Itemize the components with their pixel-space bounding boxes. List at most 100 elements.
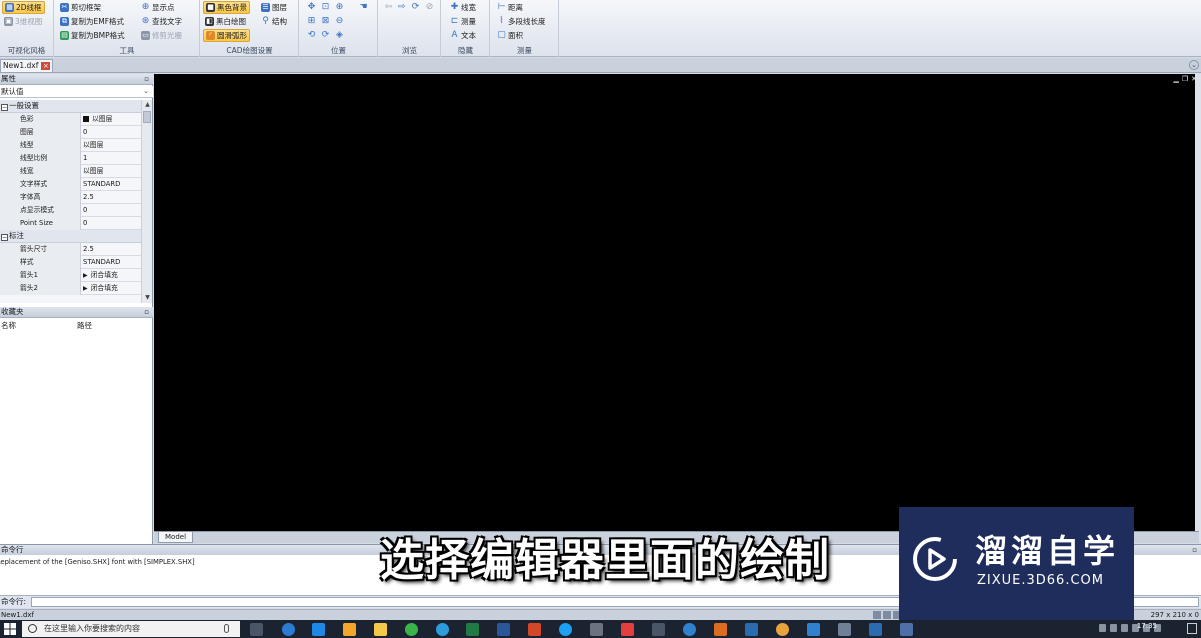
model-tab[interactable]: Model	[158, 532, 194, 543]
excel-icon[interactable]	[466, 623, 479, 636]
calculator-icon[interactable]	[590, 623, 603, 636]
orbit-icon[interactable]: ⟲	[306, 30, 317, 41]
copy-emf-button[interactable]: ⧉ 复制为EMF格式	[58, 15, 126, 28]
text-toggle-button[interactable]: A 文本	[448, 29, 478, 42]
close-icon[interactable]: ×	[41, 62, 51, 70]
edge-icon[interactable]	[312, 623, 325, 636]
drawing-canvas[interactable]: ▁ ❐ ✕	[154, 74, 1199, 531]
app-icon[interactable]	[559, 623, 572, 636]
trim-light-button[interactable]: ▭ 修剪光栅	[139, 29, 184, 42]
property-row[interactable]: 箭头1 ▶ 闭合填充	[0, 269, 141, 282]
pin-icon[interactable]: ▫	[144, 74, 149, 84]
app-icon[interactable]	[714, 623, 727, 636]
rotate-icon[interactable]: ⟳	[320, 30, 331, 41]
collapse-icon[interactable]: −	[1, 104, 8, 111]
word-icon[interactable]	[497, 623, 510, 636]
zoom-in-icon[interactable]: ⊕	[334, 2, 345, 13]
distance-button[interactable]: ⊢ 距离	[495, 1, 525, 14]
polyline-length-button[interactable]: ⌇ 多段线长度	[495, 15, 548, 28]
zoom-out-icon[interactable]: ⊖	[334, 16, 345, 27]
app-icon[interactable]	[621, 623, 634, 636]
document-tab[interactable]: New1.dxf ×	[0, 59, 54, 72]
app-icon[interactable]	[807, 623, 820, 636]
black-background-button[interactable]: ■ 黑色背景	[203, 1, 250, 14]
back-arrow-icon[interactable]: ⇦	[383, 2, 394, 13]
structure-button[interactable]: ⚲ 结构	[259, 15, 289, 28]
show-points-button[interactable]: ⊕ 显示点	[139, 1, 177, 14]
property-row[interactable]: 箭头尺寸 2.5	[0, 243, 141, 256]
column-name[interactable]: 名称	[1, 320, 16, 331]
powerpoint-icon[interactable]	[528, 623, 541, 636]
stop-icon[interactable]: ⊘	[424, 2, 435, 13]
chevron-down-icon[interactable]: ▼	[142, 293, 153, 303]
chevron-down-icon[interactable]: ⌄	[1189, 60, 1199, 70]
find-text-button[interactable]: ⊛ 查找文字	[139, 15, 184, 28]
layers-button[interactable]: ☰ 图层	[259, 1, 289, 14]
browser-icon[interactable]	[282, 623, 295, 636]
view-icon[interactable]: ◈	[334, 30, 345, 41]
chevron-up-icon[interactable]: ▲	[142, 100, 153, 110]
app-icon[interactable]	[745, 623, 758, 636]
property-row[interactable]: 线型 以图层	[0, 139, 141, 152]
windows-start-icon[interactable]	[4, 623, 16, 635]
property-row[interactable]: 线型比例 1	[0, 152, 141, 165]
extents-icon[interactable]: ⊠	[320, 16, 331, 27]
measure-toggle-button[interactable]: ⊏ 测量	[448, 15, 478, 28]
property-row[interactable]: Point Size 0	[0, 217, 141, 230]
refresh-icon[interactable]: ⟳	[410, 2, 421, 13]
property-row[interactable]: 点显示模式 0	[0, 204, 141, 217]
properties-combo[interactable]: 默认值 ⌄	[0, 86, 153, 98]
line-width-button[interactable]: ✚ 线宽	[448, 1, 478, 14]
snap-icon[interactable]	[873, 611, 881, 619]
chrome-icon[interactable]	[776, 623, 789, 636]
app-icon[interactable]	[869, 623, 882, 636]
tray-icon[interactable]	[1121, 624, 1128, 632]
hand-icon[interactable]: ☚	[358, 2, 369, 13]
area-button[interactable]: ▢ 面积	[495, 29, 525, 42]
wireframe-2d-button[interactable]: ▦ 2D线框	[2, 1, 45, 14]
view-3d-button[interactable]: ▣ 3维视图	[2, 15, 44, 28]
pin-icon[interactable]: ▫	[1192, 545, 1197, 555]
right-scroll-edge[interactable]	[1195, 74, 1201, 543]
property-row[interactable]: 样式 STANDARD	[0, 256, 141, 269]
category-general[interactable]: − 一般设置	[0, 100, 141, 113]
grid-icon[interactable]	[883, 611, 891, 619]
zoom-window-icon[interactable]: ⊡	[320, 2, 331, 13]
forward-arrow-icon[interactable]: ⇨	[396, 2, 407, 13]
tray-icon[interactable]	[1099, 624, 1106, 632]
microphone-icon[interactable]	[224, 624, 229, 633]
property-row[interactable]: 文字样式 STANDARD	[0, 178, 141, 191]
restore-icon[interactable]: ❐	[1182, 75, 1188, 83]
taskbar-search[interactable]: 在这里输入你要搜索的内容	[22, 621, 240, 637]
property-scrollbar[interactable]: ▲ ▼	[141, 100, 152, 303]
notification-icon[interactable]	[1187, 623, 1197, 634]
folder-icon[interactable]	[374, 623, 387, 636]
app-icon[interactable]	[838, 623, 851, 636]
copy-bmp-button[interactable]: ▤ 复制为BMP格式	[58, 29, 127, 42]
column-path[interactable]: 路径	[77, 320, 92, 331]
property-row[interactable]: 图层 0	[0, 126, 141, 139]
clock[interactable]: 17:35	[1137, 622, 1157, 630]
property-row[interactable]: 字体高 2.5	[0, 191, 141, 204]
chat-icon[interactable]	[405, 623, 418, 636]
clip-frame-button[interactable]: ✂ 剪切框架	[58, 1, 103, 14]
app-icon[interactable]	[652, 623, 665, 636]
tray-icon[interactable]	[1110, 624, 1117, 632]
property-row[interactable]: 色彩 以图层	[0, 113, 141, 126]
app-icon[interactable]	[683, 623, 696, 636]
smooth-arc-button[interactable]: ◜ 圆滑弧形	[203, 29, 250, 42]
bw-draw-button[interactable]: ◧ 黑白绘图	[203, 15, 248, 28]
pan-icon[interactable]: ✥	[306, 2, 317, 13]
minimize-icon[interactable]: ▁	[1173, 75, 1178, 83]
property-row[interactable]: 线宽 以图层	[0, 165, 141, 178]
pin-icon[interactable]: ▫	[144, 307, 149, 317]
property-row[interactable]: 箭头2 ▶ 闭合填充	[0, 282, 141, 295]
cad-app-icon[interactable]	[900, 623, 913, 636]
scrollbar-thumb[interactable]	[143, 111, 151, 123]
app-icon[interactable]	[343, 623, 356, 636]
task-view-icon[interactable]	[250, 623, 263, 636]
fit-icon[interactable]: ⊞	[306, 16, 317, 27]
qq-icon[interactable]	[436, 623, 449, 636]
collapse-icon[interactable]: −	[1, 234, 8, 241]
category-dimension[interactable]: − 标注	[0, 230, 141, 243]
